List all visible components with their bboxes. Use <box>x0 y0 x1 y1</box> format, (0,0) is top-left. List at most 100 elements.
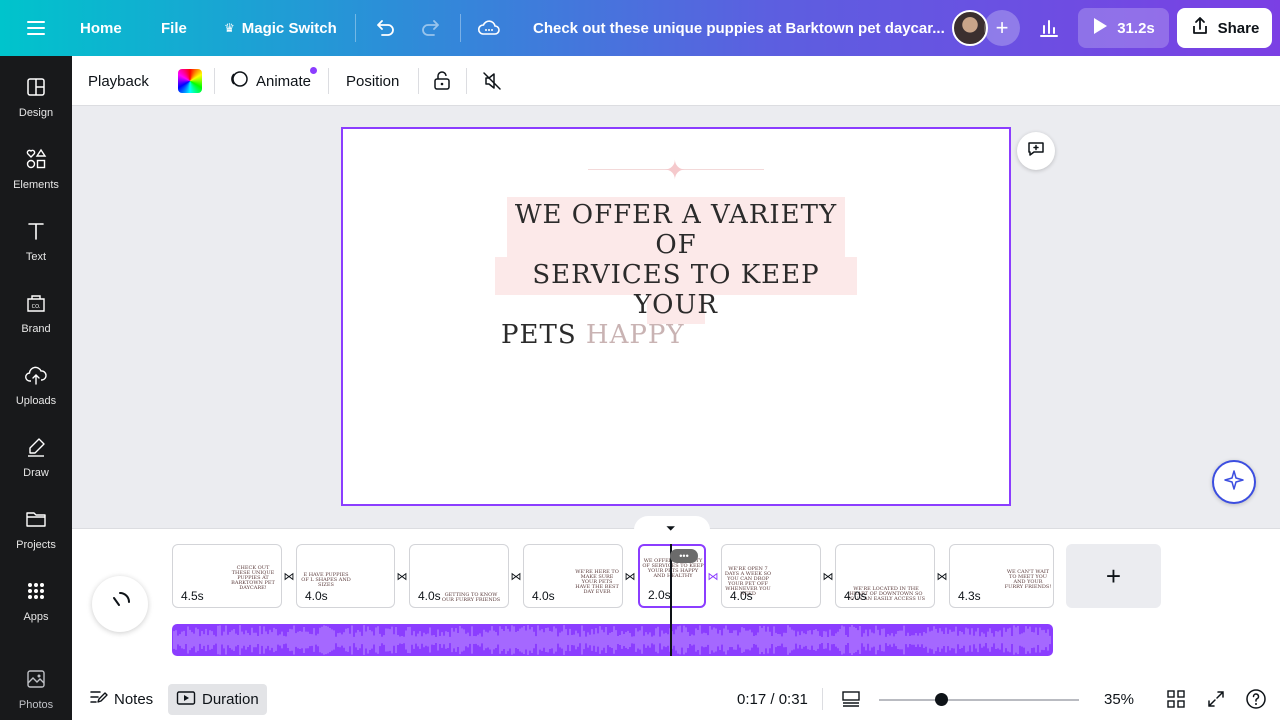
clip-duration: 4.0s <box>844 589 867 603</box>
comment-icon <box>1026 139 1046 164</box>
sidebar-item-projects[interactable]: Projects <box>0 506 72 566</box>
clip-more-options-icon[interactable]: ••• <box>670 549 698 563</box>
clip-duration: 4.0s <box>532 589 555 603</box>
file-menu-button[interactable]: File <box>161 0 187 56</box>
add-page-button[interactable]: + <box>1066 544 1161 608</box>
headline-text[interactable]: WE OFFER A VARIETY OF SERVICES TO KEEP Y… <box>495 200 857 350</box>
timeline-clip[interactable]: WE'RE HERE TO MAKE SURE YOUR PETS HAVE T… <box>523 544 623 608</box>
mute-icon[interactable] <box>481 56 503 106</box>
play-button[interactable]: 31.2s <box>1078 8 1169 48</box>
play-icon <box>1092 17 1108 39</box>
new-badge-dot <box>310 67 317 74</box>
magic-switch-label: Magic Switch <box>241 19 337 37</box>
sidebar-item-label: Elements <box>13 179 59 191</box>
color-picker-swatch[interactable] <box>178 69 202 93</box>
svg-text:CO.: CO. <box>32 304 41 310</box>
clip-duration: 4.0s <box>730 589 753 603</box>
sidebar-item-uploads[interactable]: Uploads <box>0 362 72 422</box>
timeline-clip[interactable]: WE'RE OPEN 7 DAYS A WEEK SO YOU CAN DROP… <box>721 544 821 608</box>
sidebar-item-label: Uploads <box>15 395 57 407</box>
animate-button[interactable]: Animate <box>229 56 311 106</box>
transition-icon[interactable]: ⋈ <box>282 569 296 583</box>
sidebar-item-design[interactable]: Design <box>0 74 72 134</box>
duration-button[interactable]: Duration <box>168 684 267 715</box>
sparkle-icon <box>1223 469 1245 496</box>
page-layout-icon[interactable] <box>841 678 861 720</box>
sidebar-item-label: Apps <box>23 611 49 623</box>
headline-line: WE OFFER A VARIETY OF <box>514 200 838 260</box>
transition-icon[interactable]: ⋈ <box>395 569 409 583</box>
share-icon <box>1190 16 1210 40</box>
document-title[interactable]: Check out these unique puppies at Barkto… <box>533 0 945 56</box>
playback-time: 0:17 / 0:31 <box>737 690 808 708</box>
timeline-clip[interactable]: WE'RE LOCATED IN THE HEART OF DOWNTOWN S… <box>835 544 935 608</box>
sidebar-item-label: Brand <box>21 323 51 335</box>
elements-icon <box>25 146 47 175</box>
clip-thumbnail-text: E HAVE PUPPIES OF L SHAPES AND SIZES <box>301 572 351 588</box>
clip-duration: 4.0s <box>305 589 328 603</box>
add-collaborator-icon[interactable]: + <box>984 10 1020 46</box>
zoom-slider-track[interactable] <box>879 699 1079 701</box>
sidebar-item-brand[interactable]: CO. Brand <box>0 290 72 350</box>
lock-icon[interactable] <box>431 56 453 106</box>
sidebar-item-label: Draw <box>23 467 49 479</box>
clip-duration: 4.5s <box>181 589 204 603</box>
divider <box>822 688 823 710</box>
cloud-saved-icon[interactable] <box>477 0 501 56</box>
transition-icon[interactable]: ⋈ <box>706 569 720 583</box>
photo-icon <box>25 666 47 695</box>
duration-label: Duration <box>202 691 259 708</box>
divider <box>355 14 356 42</box>
playhead-handle-icon[interactable]: ⏷ <box>666 521 676 536</box>
sidebar-item-draw[interactable]: Draw <box>0 434 72 494</box>
upload-cloud-icon <box>24 362 48 391</box>
undo-icon[interactable] <box>374 0 396 56</box>
clip-thumbnail-text: CHECK OUT THESE UNIQUE PUPPIES AT BARKTO… <box>231 565 275 591</box>
sidebar-item-label: Projects <box>16 539 56 551</box>
audio-track[interactable] <box>172 624 1053 656</box>
playback-button[interactable]: Playback <box>88 56 149 106</box>
share-button[interactable]: Share <box>1177 8 1272 48</box>
menu-icon[interactable] <box>26 0 46 56</box>
zoom-slider-handle[interactable] <box>935 693 948 706</box>
headline-line: SERVICES TO KEEP YOUR <box>532 260 820 320</box>
share-label: Share <box>1217 19 1260 37</box>
divider <box>466 68 467 94</box>
grid-view-icon[interactable] <box>1166 678 1186 720</box>
transition-icon[interactable]: ⋈ <box>623 569 637 583</box>
sidebar-item-apps[interactable]: Apps <box>0 578 72 638</box>
animate-icon <box>229 69 249 93</box>
timeline-clip[interactable]: WE CAN'T WAIT TO MEET YOU AND YOUR FURRY… <box>949 544 1054 608</box>
divider <box>460 14 461 42</box>
zoom-level[interactable]: 35% <box>1104 678 1134 720</box>
duration-icon <box>176 690 196 710</box>
clip-thumbnail-text: WE'RE HERE TO MAKE SURE YOUR PETS HAVE T… <box>575 569 619 595</box>
crown-icon: ♛ <box>224 21 235 35</box>
redo-icon[interactable] <box>420 0 442 56</box>
timeline-clip[interactable]: GETTING TO KNOW OUR FURRY FRIENDS 4.0s <box>409 544 509 608</box>
sidebar-item-elements[interactable]: Elements <box>0 146 72 206</box>
timeline-clip[interactable]: CHECK OUT THESE UNIQUE PUPPIES AT BARKTO… <box>172 544 282 608</box>
position-button[interactable]: Position <box>346 56 399 106</box>
clip-thumbnail-text: GETTING TO KNOW OUR FURRY FRIENDS <box>441 592 501 603</box>
notes-button[interactable]: Notes <box>88 678 153 720</box>
magic-assistant-button[interactable] <box>1212 460 1256 504</box>
left-sidebar: Design Elements Text CO. Brand Uploads D… <box>0 56 72 720</box>
home-button[interactable]: Home <box>80 0 122 56</box>
divider <box>418 68 419 94</box>
magic-switch-button[interactable]: ♛ Magic Switch <box>224 0 337 56</box>
timeline-clip[interactable]: E HAVE PUPPIES OF L SHAPES AND SIZES 4.0… <box>296 544 395 608</box>
transition-icon[interactable]: ⋈ <box>509 569 523 583</box>
fullscreen-icon[interactable] <box>1206 678 1226 720</box>
add-comment-button[interactable] <box>1017 132 1055 170</box>
sidebar-item-photos[interactable]: Photos <box>0 666 72 720</box>
user-avatar[interactable] <box>952 10 988 46</box>
help-icon[interactable] <box>1245 678 1267 720</box>
top-bar: Home File ♛ Magic Switch Check out these… <box>0 0 1280 56</box>
clip-duration: 4.0s <box>418 589 441 603</box>
sidebar-item-text[interactable]: Text <box>0 218 72 278</box>
transition-icon[interactable]: ⋈ <box>935 569 949 583</box>
insights-icon[interactable] <box>1038 0 1060 56</box>
folder-icon <box>25 506 47 535</box>
transition-icon[interactable]: ⋈ <box>821 569 835 583</box>
